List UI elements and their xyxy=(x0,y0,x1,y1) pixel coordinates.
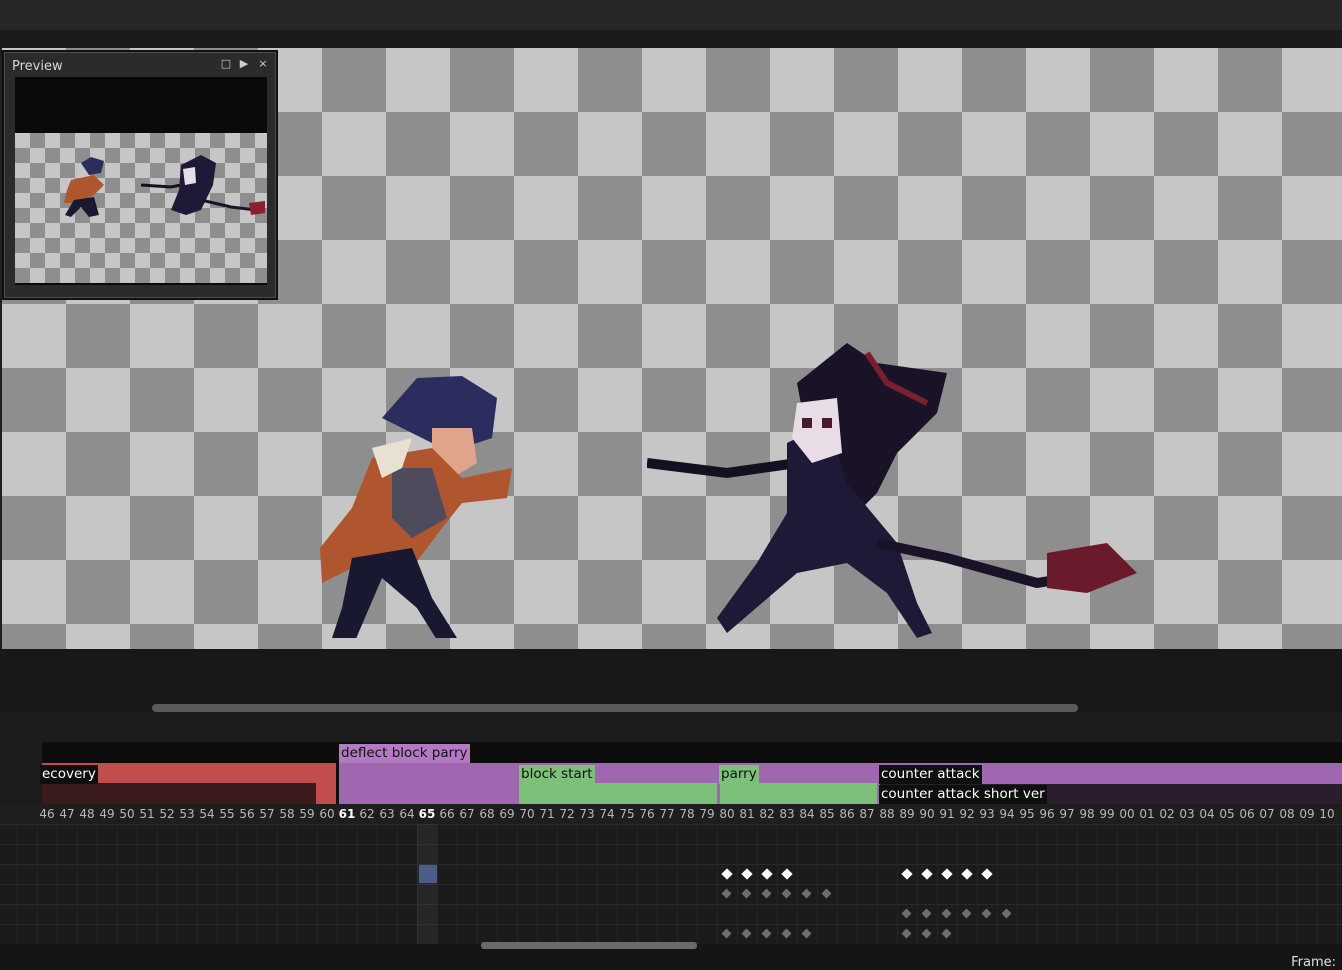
close-icon[interactable]: × xyxy=(256,57,270,70)
frame-number[interactable]: 93 xyxy=(977,804,997,824)
preview-canvas xyxy=(15,133,267,283)
preview-title: Preview xyxy=(12,59,63,74)
frame-number[interactable]: 70 xyxy=(517,804,537,824)
frame-number[interactable]: 66 xyxy=(437,804,457,824)
preview-demon-sprite xyxy=(141,155,265,215)
canvas-horizontal-scrollbar[interactable] xyxy=(152,704,1078,712)
active-cel[interactable] xyxy=(419,865,437,883)
timeline-horizontal-scrollbar[interactable] xyxy=(481,942,697,949)
tag-recovery-inner xyxy=(42,783,316,804)
frame-number[interactable]: 76 xyxy=(637,804,657,824)
frame-number[interactable]: 86 xyxy=(837,804,857,824)
demon-sprite xyxy=(647,343,1137,638)
frame-number[interactable]: 98 xyxy=(1077,804,1097,824)
tag-parry[interactable] xyxy=(720,783,877,804)
frame-number[interactable]: 10 xyxy=(1317,804,1337,824)
play-icon[interactable]: ▶ xyxy=(237,57,251,70)
tag-deflect-block-parry-label: deflect block parry xyxy=(339,744,470,763)
frame-number[interactable]: 68 xyxy=(477,804,497,824)
tag-counter-attack-short-label: counter attack short ver xyxy=(879,785,1047,804)
frame-number[interactable]: 71 xyxy=(537,804,557,824)
tag-recovery-label: ecovery xyxy=(40,765,98,784)
frame-number[interactable]: 90 xyxy=(917,804,937,824)
frame-number[interactable]: 72 xyxy=(557,804,577,824)
frame-number[interactable]: 50 xyxy=(117,804,137,824)
frame-number[interactable]: 03 xyxy=(1177,804,1197,824)
frame-number[interactable]: 96 xyxy=(1037,804,1057,824)
preview-screen xyxy=(15,77,267,285)
frame-status-label: Frame: xyxy=(1291,955,1336,970)
frame-number[interactable]: 65 xyxy=(417,804,437,824)
tag-parry-label: parry xyxy=(719,765,759,784)
frame-number[interactable]: 64 xyxy=(397,804,417,824)
frame-number[interactable]: 78 xyxy=(677,804,697,824)
canvas-tab-strip xyxy=(0,30,1342,48)
hero-sprite xyxy=(320,376,512,638)
frame-number[interactable]: 59 xyxy=(297,804,317,824)
frame-number[interactable]: 61 xyxy=(337,804,357,824)
frame-number[interactable]: 88 xyxy=(877,804,897,824)
frame-number[interactable]: 82 xyxy=(757,804,777,824)
frame-number[interactable]: 47 xyxy=(57,804,77,824)
frame-number[interactable]: 04 xyxy=(1197,804,1217,824)
tag-block-start-label: block start xyxy=(519,765,595,784)
frame-number[interactable]: 00 xyxy=(1117,804,1137,824)
frame-number[interactable]: 56 xyxy=(237,804,257,824)
frame-number[interactable]: 54 xyxy=(197,804,217,824)
frame-number[interactable]: 09 xyxy=(1297,804,1317,824)
frame-number[interactable]: 08 xyxy=(1277,804,1297,824)
frame-number[interactable]: 51 xyxy=(137,804,157,824)
frame-number[interactable]: 06 xyxy=(1237,804,1257,824)
frame-number[interactable]: 63 xyxy=(377,804,397,824)
frame-number[interactable]: 57 xyxy=(257,804,277,824)
frame-number[interactable]: 48 xyxy=(77,804,97,824)
frame-number[interactable]: 97 xyxy=(1057,804,1077,824)
frame-number[interactable]: 05 xyxy=(1217,804,1237,824)
frame-number[interactable]: 84 xyxy=(797,804,817,824)
frame-number[interactable]: 55 xyxy=(217,804,237,824)
frame-number[interactable]: 53 xyxy=(177,804,197,824)
frame-number[interactable]: 83 xyxy=(777,804,797,824)
frame-number[interactable]: 73 xyxy=(577,804,597,824)
frame-number[interactable]: 95 xyxy=(1017,804,1037,824)
frame-number[interactable]: 69 xyxy=(497,804,517,824)
frame-number[interactable]: 74 xyxy=(597,804,617,824)
frame-number[interactable]: 67 xyxy=(457,804,477,824)
frame-number[interactable]: 94 xyxy=(997,804,1017,824)
frame-number[interactable]: 99 xyxy=(1097,804,1117,824)
tag-counter-attack-label: counter attack xyxy=(879,765,982,784)
preview-hero-sprite xyxy=(64,157,104,217)
frame-number[interactable]: 81 xyxy=(737,804,757,824)
preview-window[interactable]: Preview □ ▶ × xyxy=(4,52,276,298)
frame-number[interactable]: 89 xyxy=(897,804,917,824)
frame-number[interactable]: 01 xyxy=(1137,804,1157,824)
frame-number[interactable]: 91 xyxy=(937,804,957,824)
frame-number[interactable]: 46 xyxy=(37,804,57,824)
tag-block-start[interactable] xyxy=(519,783,717,804)
current-frame-column xyxy=(417,824,437,944)
frame-number[interactable]: 49 xyxy=(97,804,117,824)
frame-number[interactable]: 58 xyxy=(277,804,297,824)
frame-number-ruler[interactable]: 46 47 48 49 50 51 52 53 54 55 56 57 58 59 60 61 62 63 64 65… xyxy=(0,804,1342,824)
frame-number[interactable]: 80 xyxy=(717,804,737,824)
frame-number[interactable]: 77 xyxy=(657,804,677,824)
frame-number[interactable]: 60 xyxy=(317,804,337,824)
cel-grid[interactable] xyxy=(0,824,1342,944)
maximize-icon[interactable]: □ xyxy=(219,57,233,70)
frame-number[interactable]: 62 xyxy=(357,804,377,824)
frame-number[interactable]: 52 xyxy=(157,804,177,824)
top-toolbar xyxy=(0,0,1342,30)
frame-number[interactable]: 79 xyxy=(697,804,717,824)
frame-number[interactable]: 07 xyxy=(1257,804,1277,824)
frame-number[interactable]: 87 xyxy=(857,804,877,824)
frame-number[interactable]: 75 xyxy=(617,804,637,824)
frame-number[interactable]: 02 xyxy=(1157,804,1177,824)
frame-number[interactable]: 92 xyxy=(957,804,977,824)
frame-number[interactable]: 85 xyxy=(817,804,837,824)
